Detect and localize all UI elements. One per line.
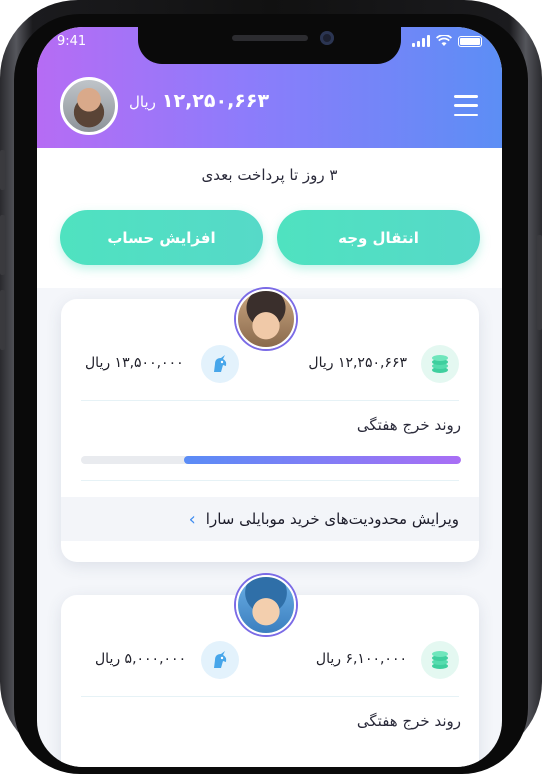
edit-limits-row[interactable]: ‹ ویرایش محدودیت‌های خرید موبایلی سارا: [61, 497, 479, 541]
transfer-button[interactable]: انتقال وجه: [277, 210, 480, 265]
mute-switch: [0, 150, 5, 190]
weekly-trend-bar: [81, 456, 461, 464]
header-balance: ۱۲,۲۵۰,۶۶۳ ریال: [129, 90, 269, 112]
divider: [81, 480, 459, 481]
divider: [81, 696, 459, 697]
signal-icon: [412, 35, 430, 47]
card-balance: ۶,۱۰۰,۰۰۰ ریال: [315, 651, 407, 667]
notch: [138, 27, 401, 64]
weekly-trend-fill: [183, 456, 461, 464]
battery-icon: [458, 35, 482, 47]
coins-icon: [421, 345, 459, 383]
unicorn-icon: [201, 345, 239, 383]
weekly-trend-label: روند خرج هفتگی: [356, 416, 461, 434]
divider: [81, 400, 459, 401]
card-limit: ۱۳,۵۰۰,۰۰۰ ریال: [85, 355, 184, 371]
status-time: 9:41: [57, 34, 87, 49]
child-avatar[interactable]: [236, 575, 296, 635]
unicorn-icon: [201, 641, 239, 679]
coins-icon: [421, 641, 459, 679]
menu-icon[interactable]: [454, 95, 478, 116]
child-card[interactable]: ۱۲,۲۵۰,۶۶۳ ریال ۱۳,۵۰۰,۰۰۰ ریال روند خرج…: [61, 289, 479, 562]
user-avatar[interactable]: [60, 77, 118, 135]
top-up-button[interactable]: افزایش حساب: [60, 210, 263, 265]
volume-up-button: [0, 215, 5, 275]
power-button: [537, 235, 542, 330]
child-card[interactable]: ۶,۱۰۰,۰۰۰ ریال ۵,۰۰۰,۰۰۰ ریال روند خرج ه…: [61, 575, 479, 767]
weekly-trend-label: روند خرج هفتگی: [356, 712, 461, 730]
camera: [320, 31, 334, 45]
volume-down-button: [0, 290, 5, 350]
wifi-icon: [436, 35, 452, 46]
amount-row: ۱۲,۲۵۰,۶۶۳ ریال ۱۳,۵۰۰,۰۰۰ ریال: [61, 345, 479, 383]
next-payment-text: ۳ روز تا پرداخت بعدی: [201, 166, 338, 184]
status-icons: [412, 35, 482, 47]
amount-row: ۶,۱۰۰,۰۰۰ ریال ۵,۰۰۰,۰۰۰ ریال: [61, 641, 479, 679]
balance-value: ۱۲,۲۵۰,۶۶۳: [161, 90, 270, 112]
speaker: [232, 35, 308, 41]
card-balance: ۱۲,۲۵۰,۶۶۳ ریال: [308, 355, 407, 371]
phone-screen: 9:41 ۱۲,۲۵۰,۶۶۳ ریال ۳ روز تا پرداخت بعد…: [37, 27, 502, 767]
header: 9:41 ۱۲,۲۵۰,۶۶۳ ریال: [37, 27, 502, 148]
edit-limits-label: ویرایش محدودیت‌های خرید موبایلی سارا: [205, 510, 459, 528]
chevron-left-icon: ‹: [188, 508, 196, 530]
card-limit: ۵,۰۰۰,۰۰۰ ریال: [95, 651, 187, 667]
balance-unit: ریال: [129, 93, 156, 111]
child-avatar[interactable]: [236, 289, 296, 349]
